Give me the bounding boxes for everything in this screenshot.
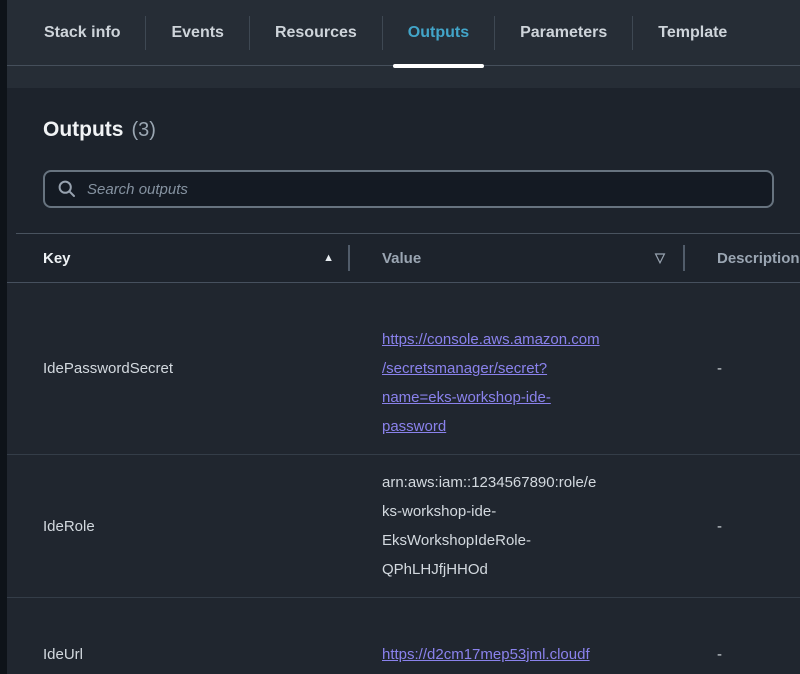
search-container <box>43 170 800 208</box>
column-header-key[interactable]: Key ▲ <box>7 234 348 282</box>
output-description: - <box>683 360 800 377</box>
tab-label: Events <box>171 24 223 42</box>
tab-template[interactable]: Template <box>633 0 752 66</box>
tab-parameters[interactable]: Parameters <box>495 0 632 66</box>
tab-stack-info[interactable]: Stack info <box>19 0 145 66</box>
tab-label: Stack info <box>44 24 120 42</box>
column-label: Description <box>717 250 800 267</box>
column-header-value[interactable]: Value ▽ <box>348 234 683 282</box>
output-value-cell: https://console.aws.amazon.com /secretsm… <box>348 283 683 454</box>
output-key: IdeRole <box>7 518 348 535</box>
search-input[interactable] <box>43 170 774 208</box>
table-row: IdeUrl https://d2cm17mep53jml.cloudf ron… <box>7 597 800 674</box>
table-row: IdePasswordSecret https://console.aws.am… <box>7 283 800 454</box>
sort-descending-icon: ▽ <box>655 250 665 266</box>
page-title: Outputs <box>43 118 123 142</box>
output-value-link[interactable]: https://d2cm17mep53jml.cloudf ront.net <box>382 646 590 674</box>
output-key: IdePasswordSecret <box>7 360 348 377</box>
table-body: IdePasswordSecret https://console.aws.am… <box>7 283 800 674</box>
tab-outputs[interactable]: Outputs <box>383 0 494 66</box>
column-label: Value <box>382 250 421 267</box>
table-row: IdeRole arn:aws:iam::1234567890:role/e k… <box>7 454 800 597</box>
table-header-row: Key ▲ Value ▽ Description <box>7 234 800 283</box>
outputs-count-badge: (3) <box>131 119 155 142</box>
active-tab-underline <box>393 64 484 68</box>
panel-header: Outputs (3) <box>7 88 800 142</box>
column-label: Key <box>43 250 71 267</box>
output-value-link[interactable]: https://console.aws.amazon.com /secretsm… <box>382 331 600 435</box>
output-description: - <box>683 518 800 535</box>
output-value-cell: https://d2cm17mep53jml.cloudf ront.net <box>348 598 683 674</box>
tab-label: Template <box>658 24 727 42</box>
left-edge-strip <box>0 0 7 674</box>
tab-label: Parameters <box>520 24 607 42</box>
tab-resources[interactable]: Resources <box>250 0 382 66</box>
column-header-description[interactable]: Description <box>683 234 800 282</box>
outputs-panel: Outputs (3) Key ▲ Value ▽ Description <box>7 88 800 674</box>
tab-events[interactable]: Events <box>146 0 248 66</box>
output-value-cell: arn:aws:iam::1234567890:role/e ks-worksh… <box>348 455 683 597</box>
tab-label: Outputs <box>408 24 469 42</box>
outputs-table: Key ▲ Value ▽ Description IdePasswordSec… <box>7 233 800 674</box>
sort-ascending-icon: ▲ <box>323 252 334 264</box>
output-key: IdeUrl <box>7 646 348 663</box>
tab-label: Resources <box>275 24 357 42</box>
output-description: - <box>683 646 800 663</box>
stack-tab-bar: Stack info Events Resources Outputs Para… <box>7 0 800 66</box>
